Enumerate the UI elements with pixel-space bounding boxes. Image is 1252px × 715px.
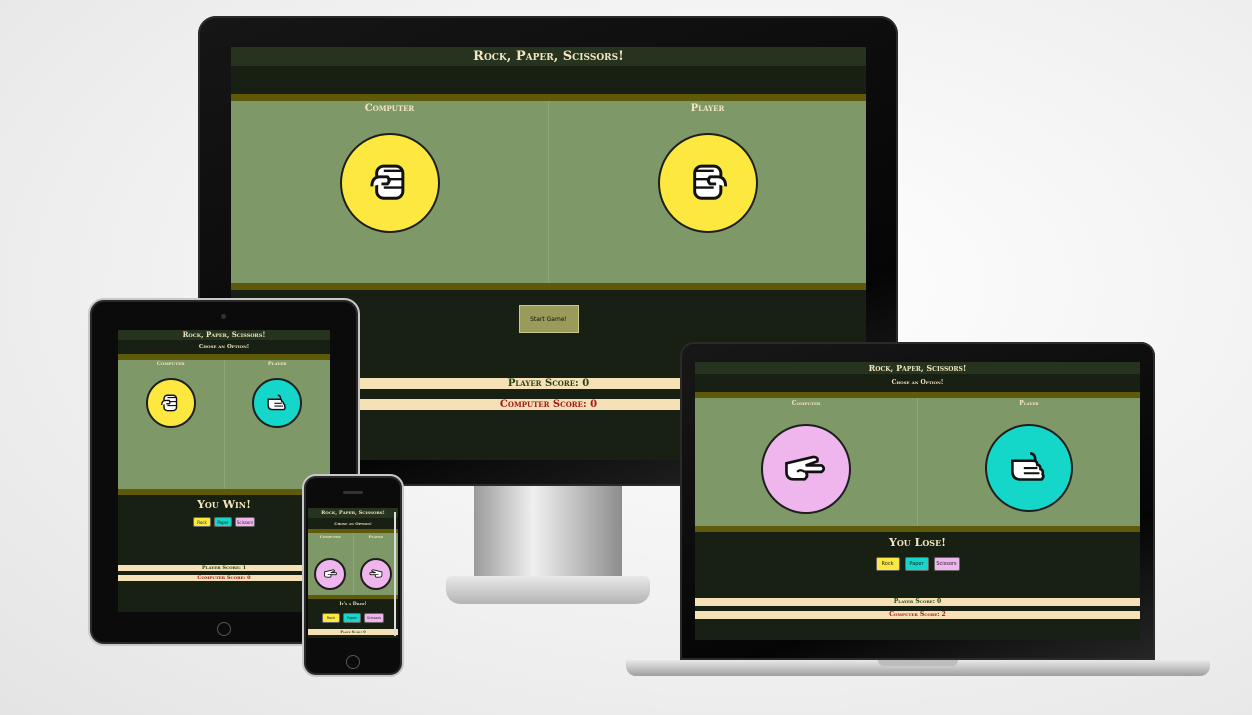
rock-fist-icon <box>657 133 758 233</box>
phone-device: Rock, Paper, Scissors! Chose an Option! … <box>302 474 404 677</box>
page-title: Rock, Paper, Scissors! <box>695 362 1140 374</box>
scissors-button[interactable]: Scissors <box>933 557 960 571</box>
result-text: It's a Draw! <box>339 602 367 607</box>
computer-score: Computer Score: 2 <box>695 611 1140 619</box>
computer-label: Computer <box>791 400 821 407</box>
home-button[interactable] <box>346 655 360 669</box>
paper-button[interactable]: Paper <box>904 557 929 571</box>
computer-column: Computer <box>231 101 548 283</box>
page-title: Rock, Paper, Scissors! <box>308 508 398 518</box>
player-label: Player <box>690 103 725 114</box>
scissors-button[interactable]: Scissors <box>364 613 384 623</box>
result-text: You Lose! <box>888 536 947 549</box>
scissors-hand-icon <box>314 558 347 590</box>
tablet-screen: Rock, Paper, Scissors! Chose an Option! … <box>118 330 330 612</box>
rock-button[interactable]: Rock <box>193 517 211 527</box>
paper-hand-icon <box>985 424 1073 512</box>
instruction-text: Chose an Option! <box>308 518 398 529</box>
computer-score: Computer Score: 0 <box>118 575 330 581</box>
page-title: Rock, Paper, Scissors! <box>118 330 330 340</box>
paper-hand-icon <box>252 378 303 428</box>
monitor-base <box>446 576 650 604</box>
player-column: Player <box>548 101 866 283</box>
rock-button[interactable]: Rock <box>875 557 900 571</box>
scissors-button[interactable]: Scissors <box>235 517 255 527</box>
scissors-hand-icon <box>359 558 392 590</box>
phone-screen: Rock, Paper, Scissors! Chose an Option! … <box>308 508 398 638</box>
rock-fist-icon <box>339 133 440 233</box>
scissors-hand-icon <box>761 424 851 514</box>
paper-button[interactable]: Paper <box>214 517 232 527</box>
page-title: Rock, Paper, Scissors! <box>231 47 866 66</box>
laptop-notch <box>878 660 958 666</box>
rock-button[interactable]: Rock <box>322 613 340 623</box>
laptop-screen: Rock, Paper, Scissors! Chose an Option! … <box>695 362 1140 640</box>
rock-fist-icon <box>145 378 196 428</box>
home-button[interactable] <box>217 622 231 636</box>
game-field: Computer Player <box>231 101 866 283</box>
player-score: Player Score: 0 <box>695 598 1140 606</box>
monitor-stand <box>474 486 622 576</box>
instruction-text: Chose an Option! <box>118 340 330 354</box>
computer-label: Computer <box>319 534 341 539</box>
paper-button[interactable]: Paper <box>343 613 361 623</box>
player-label: Player <box>267 361 287 367</box>
player-label: Player <box>368 534 383 539</box>
player-label: Player <box>1019 400 1039 407</box>
computer-label: Computer <box>156 361 185 367</box>
laptop-device: Rock, Paper, Scissors! Chose an Option! … <box>680 342 1155 660</box>
start-game-button[interactable]: Start Game! <box>518 305 579 333</box>
scrollbar[interactable] <box>394 512 396 636</box>
result-text: You Win! <box>197 498 251 511</box>
instruction-text: Chose an Option! <box>695 374 1140 392</box>
computer-label: Computer <box>364 103 415 114</box>
